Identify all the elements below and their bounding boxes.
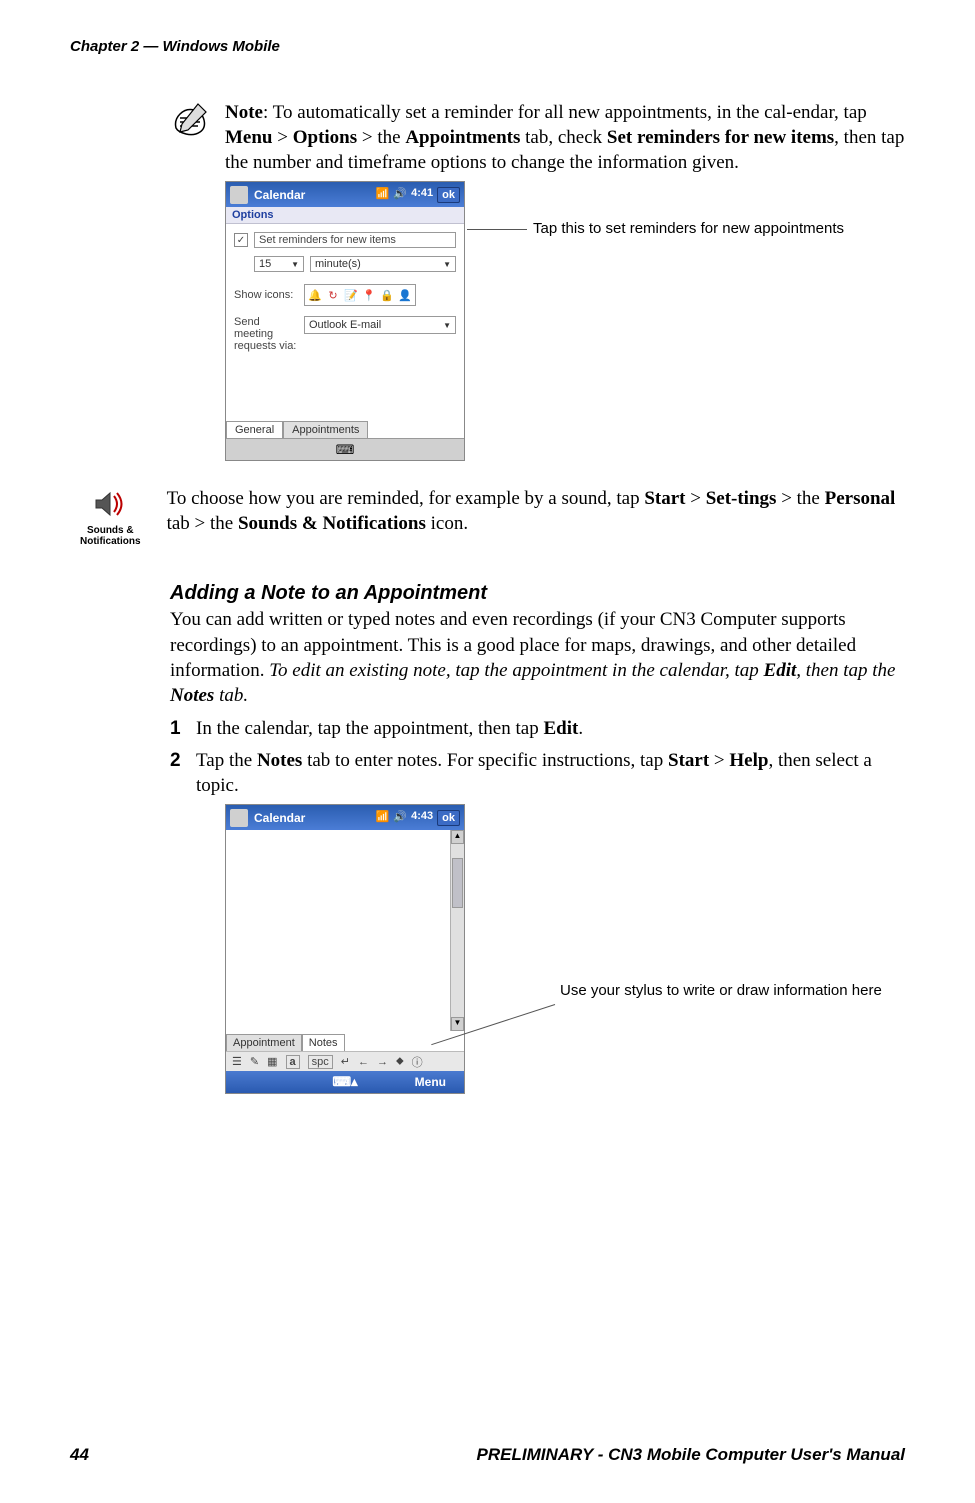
- page-header: Chapter 2 — Windows Mobile: [70, 38, 280, 55]
- reminders-label: Set reminders for new items: [254, 232, 456, 248]
- help-icon[interactable]: ⓘ: [412, 1054, 423, 1070]
- notes-drawing-area[interactable]: [226, 830, 450, 1031]
- reminder-number-dropdown[interactable]: 15▼: [254, 256, 304, 272]
- backspace-icon[interactable]: ⬥: [396, 1055, 404, 1068]
- signal-icon: 📶: [376, 810, 390, 826]
- adding-note-body: You can add written or typed notes and e…: [170, 607, 905, 708]
- tabbar-2: Appointment Notes: [226, 1034, 345, 1051]
- scroll-up-icon[interactable]: ▲: [451, 830, 464, 844]
- grid-icon[interactable]: ▦: [267, 1055, 277, 1068]
- callout-line: [467, 229, 527, 230]
- page-footer: 44 PRELIMINARY - CN3 Mobile Computer Use…: [70, 1445, 905, 1465]
- page-number: 44: [70, 1445, 89, 1465]
- send-requests-label: Send meetingrequests via:: [234, 316, 298, 352]
- note-block: Note: To automatically set a reminder fo…: [170, 100, 905, 175]
- letter-a-icon[interactable]: a: [286, 1055, 300, 1069]
- heading-adding-note: Adding a Note to an Appointment: [170, 582, 905, 605]
- callout-reminder-text: Tap this to set reminders for new appoin…: [533, 220, 844, 237]
- volume-icon: 🔊: [393, 187, 407, 203]
- scrollbar[interactable]: ▲ ▼: [450, 830, 464, 1031]
- manual-title: PRELIMINARY - CN3 Mobile Computer User's…: [477, 1445, 905, 1465]
- sounds-text: To choose how you are reminded, for exam…: [167, 486, 905, 536]
- phone-screenshot-options: Calendar 📶 🔊 4:41 ok Options ✓ Set remin…: [225, 181, 465, 461]
- send-via-dropdown[interactable]: Outlook E-mail▼: [304, 316, 456, 334]
- callout-stylus-text: Use your stylus to write or draw informa…: [560, 982, 882, 999]
- titlebar-2: Calendar 📶 🔊 4:43 ok: [226, 805, 464, 830]
- sounds-notifications-icon: Sounds &Notifications: [80, 486, 141, 547]
- show-icons-row[interactable]: 🔔 ↻ 📝 📍 🔒 👤: [304, 284, 416, 306]
- start-flag-icon[interactable]: [230, 186, 248, 204]
- ok-button[interactable]: ok: [437, 187, 460, 203]
- tab-appointments[interactable]: Appointments: [283, 421, 368, 438]
- clock-text-2: 4:43: [411, 810, 433, 826]
- menu-button[interactable]: Menu: [415, 1075, 446, 1089]
- scroll-down-icon[interactable]: ▼: [451, 1017, 464, 1031]
- left-arrow-icon[interactable]: ←: [358, 1056, 369, 1068]
- reminders-checkbox[interactable]: ✓: [234, 233, 248, 247]
- sip-bar[interactable]: ⌨: [226, 438, 464, 460]
- tabbar: General Appointments: [226, 421, 368, 438]
- private-icon[interactable]: 🔒: [379, 287, 395, 303]
- enter-icon[interactable]: ↵: [341, 1055, 350, 1068]
- keyboard-icon[interactable]: ⌨▴: [332, 1074, 357, 1090]
- recur-icon[interactable]: ↻: [325, 287, 341, 303]
- attendee-icon[interactable]: 👤: [397, 287, 413, 303]
- titlebar: Calendar 📶 🔊 4:41 ok: [226, 182, 464, 207]
- pen-icon[interactable]: ✎: [250, 1055, 259, 1068]
- list-icon[interactable]: ☰: [232, 1055, 242, 1068]
- note-small-icon[interactable]: 📝: [343, 287, 359, 303]
- reminder-unit-dropdown[interactable]: minute(s)▼: [310, 256, 456, 272]
- tab-appointment[interactable]: Appointment: [226, 1034, 302, 1051]
- ok-button-2[interactable]: ok: [437, 810, 460, 826]
- phone-screenshot-notes: Calendar 📶 🔊 4:43 ok ▲ ▼ Appointment Not…: [225, 804, 465, 1094]
- clock-text: 4:41: [411, 187, 433, 203]
- step-1: 1 In the calendar, tap the appointment, …: [170, 716, 905, 741]
- options-label: Options: [226, 207, 464, 224]
- right-arrow-icon[interactable]: →: [377, 1056, 388, 1068]
- signal-icon: 📶: [376, 187, 390, 203]
- note-pencil-icon: [170, 100, 210, 140]
- location-icon[interactable]: 📍: [361, 287, 377, 303]
- volume-icon: 🔊: [393, 810, 407, 826]
- step-2: 2 Tap the Notes tab to enter notes. For …: [170, 748, 905, 799]
- tab-notes[interactable]: Notes: [302, 1034, 345, 1051]
- bell-icon[interactable]: 🔔: [307, 287, 323, 303]
- scroll-thumb[interactable]: [452, 858, 463, 908]
- show-icons-label: Show icons:: [234, 289, 298, 301]
- app-title: Calendar: [254, 188, 305, 202]
- start-flag-icon[interactable]: [230, 809, 248, 827]
- menubar: ⌨▴ Menu: [226, 1071, 464, 1093]
- tab-general[interactable]: General: [226, 421, 283, 438]
- note-text: Note: To automatically set a reminder fo…: [225, 100, 905, 175]
- space-key[interactable]: spc: [308, 1055, 333, 1069]
- sip-toolbar[interactable]: ☰ ✎ ▦ a spc ↵ ← → ⬥ ⓘ: [226, 1051, 464, 1071]
- app-title-2: Calendar: [254, 811, 305, 825]
